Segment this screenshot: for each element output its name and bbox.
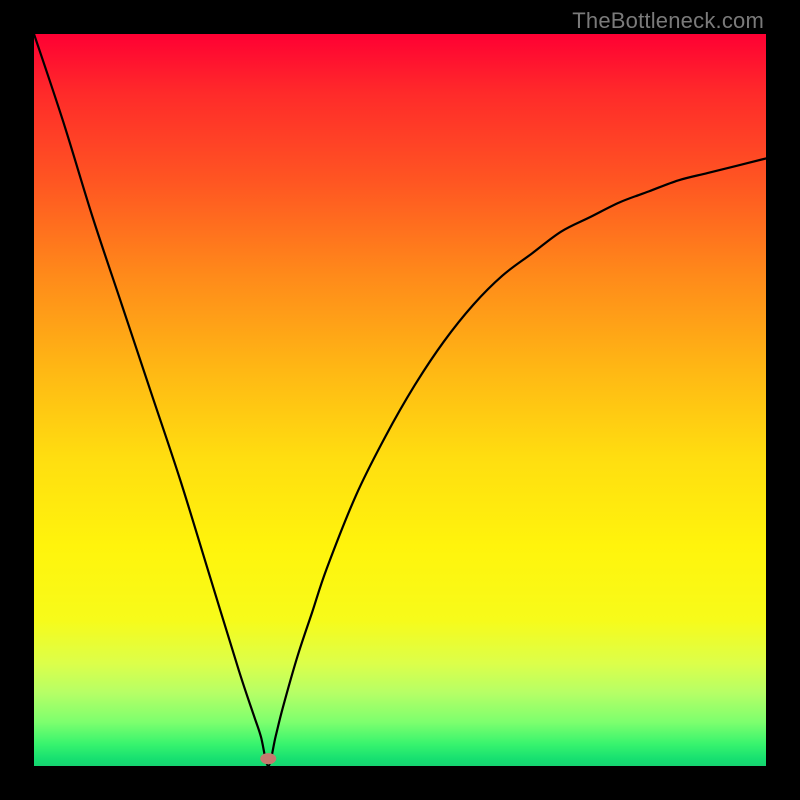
bottleneck-curve [34, 34, 766, 766]
curve-layer [34, 34, 766, 766]
plot-area [34, 34, 766, 766]
watermark-text: TheBottleneck.com [572, 8, 764, 34]
chart-frame: TheBottleneck.com [0, 0, 800, 800]
minimum-marker [260, 753, 276, 764]
